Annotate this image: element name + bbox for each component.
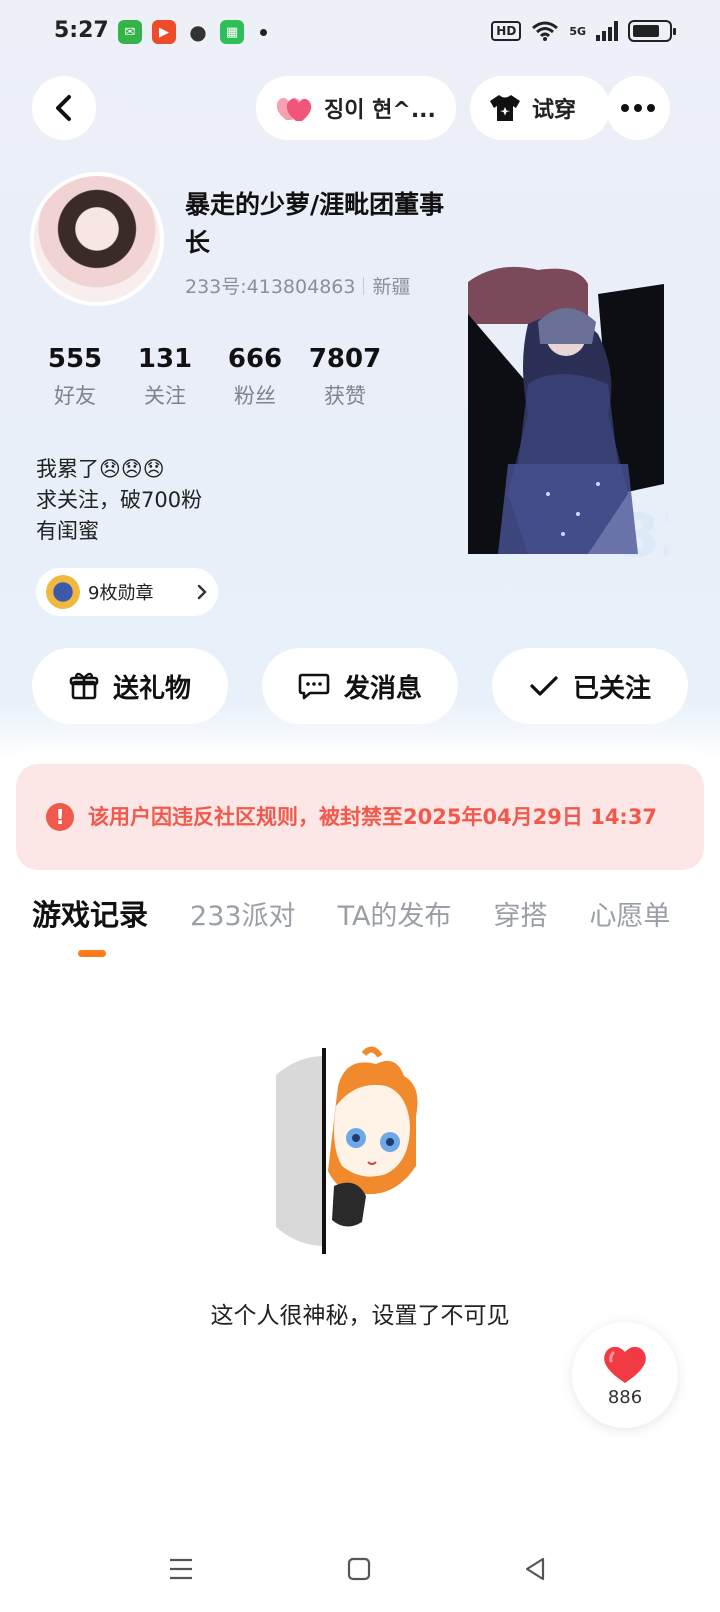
active-tab-indicator (78, 950, 106, 957)
intimacy-friend-button[interactable]: 징이 현^... (256, 76, 456, 140)
stat-label: 关注 (144, 384, 186, 408)
stat-value: 131 (137, 344, 193, 374)
medals-label: 9枚勋章 (88, 583, 154, 604)
tab-posts[interactable]: TA的发布 (338, 894, 452, 933)
bio-line: 求关注，破700粉 (36, 488, 203, 512)
gift-icon (69, 672, 99, 700)
followed-button[interactable]: 已关注 (492, 648, 688, 724)
like-button[interactable]: 886 (572, 1322, 678, 1428)
check-icon (530, 676, 558, 696)
clock: 5:27 (54, 18, 109, 43)
nickname: 暴走的少萝/涯毗团董事长 (185, 190, 445, 257)
chat-bubble-icon (298, 673, 330, 700)
stat-value: 7807 (308, 344, 382, 374)
followed-label: 已关注 (572, 673, 651, 704)
ban-notice: ! 该用户因违反社区规则，被封禁至2025年04月29日 14:37 (16, 764, 704, 870)
heart-icon (604, 1346, 646, 1383)
signal-icon (596, 21, 618, 41)
home-square-icon (347, 1557, 371, 1581)
bio: 我累了😞😞😞 求关注，破700粉 有闺蜜 (36, 454, 202, 547)
send-message-button[interactable]: 发消息 (262, 648, 458, 724)
like-count: 886 (607, 1386, 643, 1408)
stat-label: 粉丝 (234, 384, 276, 408)
bio-line: 我累了😞😞😞 (36, 457, 165, 481)
send-gift-label: 送礼物 (112, 673, 191, 704)
menu-nav-button[interactable] (166, 1554, 196, 1584)
stat-fans[interactable]: 666 粉丝 (210, 344, 300, 410)
medal-icon (46, 575, 80, 609)
back-triangle-icon (525, 1557, 545, 1581)
store-icon: ▦ (220, 20, 244, 44)
network-type: 5G (569, 24, 586, 38)
send-message-label: 发消息 (343, 673, 422, 704)
stat-friends[interactable]: 555 好友 (30, 344, 120, 410)
more-notifications-dot (260, 28, 267, 36)
wifi-icon (532, 21, 559, 41)
medals-button[interactable]: 9枚勋章 (36, 568, 218, 616)
bio-line: 有闺蜜 (36, 519, 99, 543)
divider (363, 276, 365, 295)
stat-likes[interactable]: 7807 获赞 (300, 344, 390, 410)
tab-wishlist[interactable]: 心愿单 (589, 894, 670, 933)
stat-value: 666 (227, 344, 283, 374)
menu-icon (170, 1558, 192, 1580)
uid-line: 233号:413804863 新疆 (185, 272, 410, 299)
tshirt-icon (490, 95, 520, 121)
profile-tabs: 游戏记录 233派对 TA的发布 穿搭 心愿单 (32, 892, 712, 934)
stat-label: 好友 (54, 384, 96, 408)
try-on-button[interactable]: 试穿 (470, 76, 610, 140)
status-bar: 5:27 ✉ ▶ ● ▦ HD 5G (0, 0, 720, 64)
system-icons: HD 5G (491, 20, 676, 42)
user-id: 233号:413804863 (185, 276, 356, 298)
video-app-icon: ▶ (152, 20, 176, 44)
stats-row: 555 好友 131 关注 666 粉丝 7807 获赞 (30, 344, 390, 410)
tab-game-records[interactable]: 游戏记录 (32, 892, 148, 934)
system-navigation-bar (0, 1540, 720, 1600)
alert-icon: ! (46, 803, 74, 831)
double-heart-icon (276, 97, 312, 121)
messages-icon: ✉ (118, 20, 142, 44)
chevron-right-icon (197, 584, 207, 600)
ban-notice-text: 该用户因违反社区规则，被封禁至2025年04月29日 14:37 (88, 804, 658, 829)
more-dots-icon (621, 104, 655, 112)
location: 新疆 (372, 276, 411, 298)
back-button[interactable] (32, 76, 96, 140)
more-button[interactable] (606, 76, 670, 140)
tab-233-party[interactable]: 233派对 (190, 894, 296, 933)
hd-icon: HD (491, 21, 522, 41)
wechat-icon: ● (189, 20, 207, 44)
send-gift-button[interactable]: 送礼物 (32, 648, 228, 724)
tab-outfits[interactable]: 穿搭 (493, 894, 547, 933)
try-on-label: 试穿 (532, 98, 577, 123)
back-nav-button[interactable] (520, 1554, 550, 1584)
character-outfit-image[interactable]: 33 (468, 264, 668, 564)
mascot-peeking-illustration (276, 1046, 418, 1254)
avatar[interactable] (30, 172, 164, 306)
back-arrow-icon (56, 95, 71, 121)
stat-value: 555 (47, 344, 103, 374)
notification-icons: ✉ ▶ ● ▦ (118, 20, 267, 44)
stat-label: 获赞 (324, 384, 366, 408)
home-nav-button[interactable] (344, 1554, 374, 1584)
intimacy-friend-name: 징이 현^... (324, 98, 436, 123)
battery-icon (628, 20, 676, 42)
stat-following[interactable]: 131 关注 (120, 344, 210, 410)
